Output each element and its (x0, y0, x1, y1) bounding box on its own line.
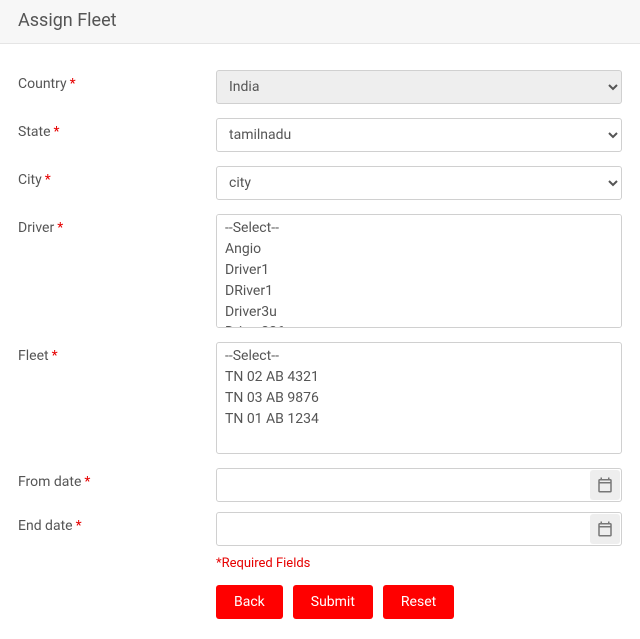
from-date-label: From date* (18, 468, 216, 490)
required-asterisk: * (57, 220, 63, 236)
required-asterisk: * (52, 348, 58, 364)
end-date-input[interactable] (216, 512, 622, 546)
city-label: City* (18, 166, 216, 188)
city-label-text: City (18, 172, 42, 188)
country-label-text: Country (18, 76, 67, 92)
end-date-label-text: End date (18, 518, 73, 534)
city-select[interactable]: city (216, 166, 622, 200)
list-item[interactable]: Driver236 (223, 322, 615, 328)
required-asterisk: * (54, 124, 60, 140)
required-asterisk: * (84, 474, 90, 490)
required-asterisk: * (45, 172, 51, 188)
state-label: State* (18, 118, 216, 140)
list-item[interactable]: --Select-- (223, 346, 615, 367)
list-item[interactable]: TN 02 AB 4321 (223, 367, 615, 388)
submit-button[interactable]: Submit (293, 585, 373, 619)
state-label-text: State (18, 124, 51, 140)
fleet-label-text: Fleet (18, 348, 49, 364)
fleet-listbox[interactable]: --Select-- TN 02 AB 4321 TN 03 AB 9876 T… (216, 342, 622, 454)
list-item[interactable]: Angio (223, 239, 615, 260)
back-button[interactable]: Back (216, 585, 283, 619)
required-asterisk: * (70, 76, 76, 92)
calendar-icon[interactable] (590, 470, 620, 500)
required-asterisk: * (76, 518, 82, 534)
required-fields-note: *Required Fields (216, 556, 622, 571)
list-item[interactable]: Driver1 (223, 260, 615, 281)
page-header: Assign Fleet (0, 0, 640, 44)
driver-label-text: Driver (18, 220, 54, 236)
list-item[interactable]: Driver3u (223, 302, 615, 323)
list-item[interactable]: TN 03 AB 9876 (223, 388, 615, 409)
reset-button[interactable]: Reset (383, 585, 454, 619)
driver-label: Driver* (18, 214, 216, 236)
country-label: Country* (18, 70, 216, 92)
fleet-label: Fleet* (18, 342, 216, 364)
state-select[interactable]: tamilnadu (216, 118, 622, 152)
form: Country* India State* tamilnadu City* ci… (0, 44, 640, 639)
list-item[interactable]: --Select-- (223, 218, 615, 239)
list-item[interactable]: DRiver1 (223, 281, 615, 302)
page-title: Assign Fleet (18, 10, 117, 31)
driver-listbox[interactable]: --Select-- Angio Driver1 DRiver1 Driver3… (216, 214, 622, 328)
end-date-label: End date* (18, 512, 216, 534)
list-item[interactable]: TN 01 AB 1234 (223, 409, 615, 430)
country-select[interactable]: India (216, 70, 622, 104)
button-row: Back Submit Reset (216, 585, 622, 619)
from-date-label-text: From date (18, 474, 81, 490)
calendar-icon[interactable] (590, 514, 620, 544)
from-date-input[interactable] (216, 468, 622, 502)
